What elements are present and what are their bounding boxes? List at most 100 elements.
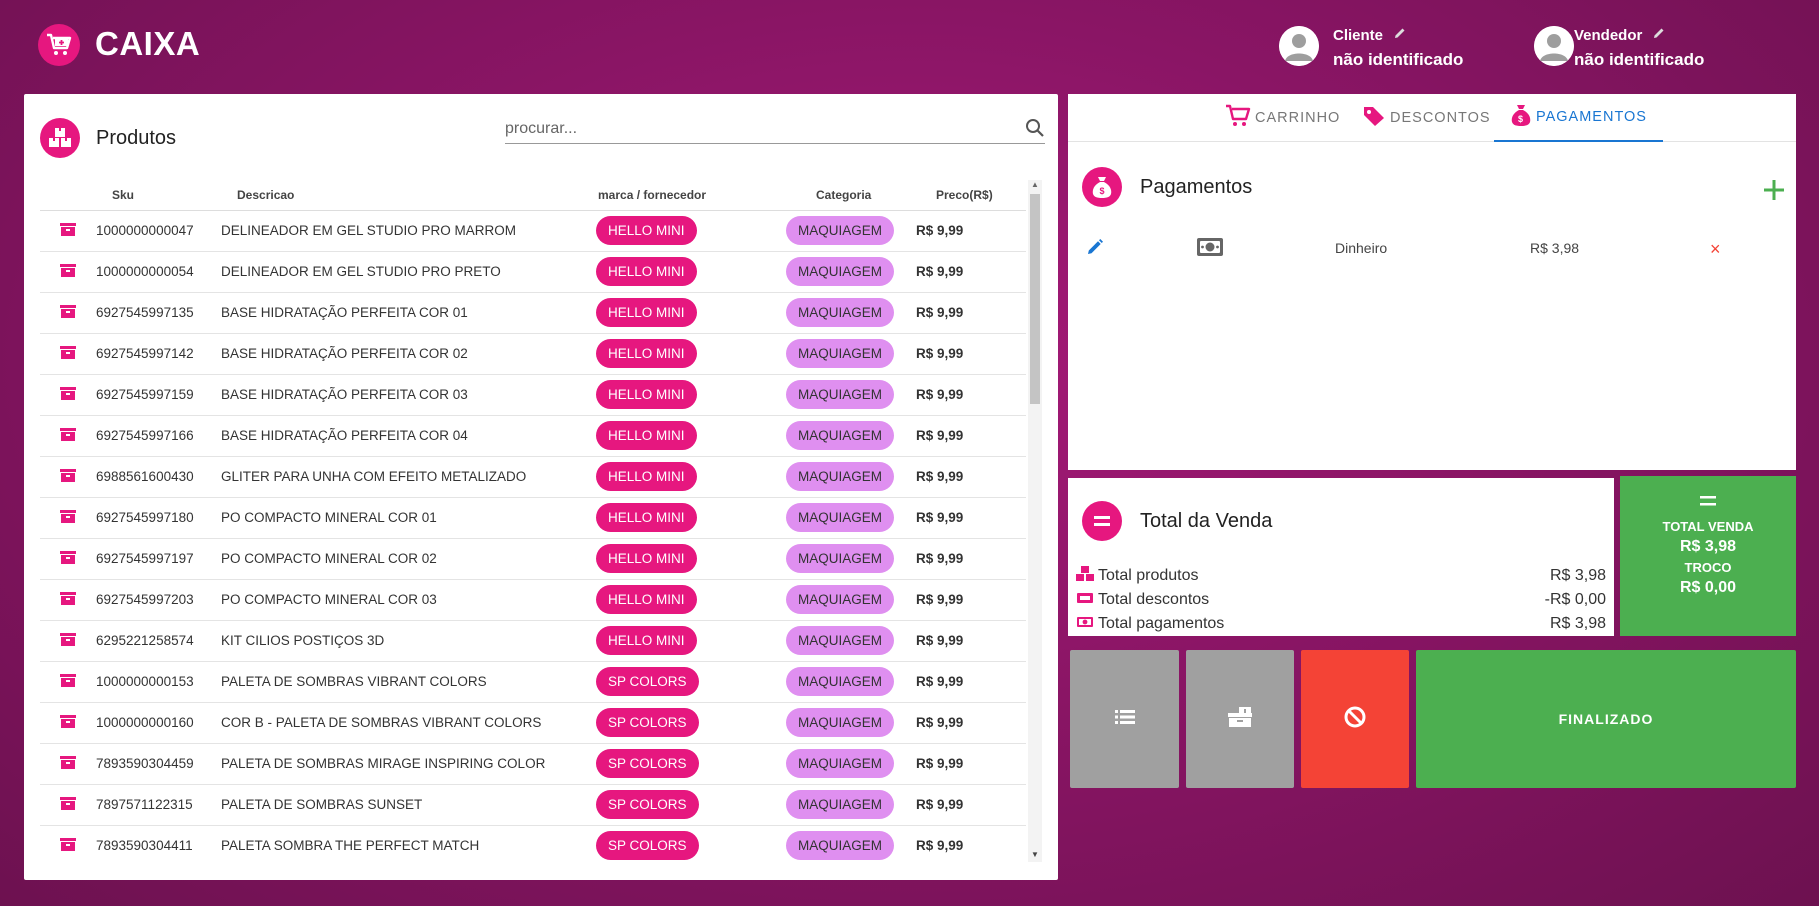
- search-icon[interactable]: [1025, 118, 1045, 143]
- brand-chip: HELLO MINI: [596, 626, 697, 655]
- table-row[interactable]: 6927545997203 PO COMPACTO MINERAL COR 03…: [40, 579, 1026, 621]
- table-row[interactable]: 1000000000153 PALETA DE SOMBRAS VIBRANT …: [40, 661, 1026, 703]
- table-row[interactable]: 1000000000054 DELINEADOR EM GEL STUDIO P…: [40, 251, 1026, 293]
- total-pagamentos-line: Total pagamentos R$ 3,98: [1076, 613, 1606, 635]
- table-row[interactable]: 7893590304459 PALETA DE SOMBRAS MIRAGE I…: [40, 743, 1026, 785]
- table-row[interactable]: 6927545997142 BASE HIDRATAÇÃO PERFEITA C…: [40, 333, 1026, 375]
- box-icon: [59, 674, 77, 691]
- category-chip: MAQUIAGEM: [786, 462, 895, 491]
- col-preco[interactable]: Preco(R$): [916, 180, 1026, 211]
- price-cell: R$ 9,99: [916, 743, 1026, 785]
- table-row[interactable]: 6927545997166 BASE HIDRATAÇÃO PERFEITA C…: [40, 415, 1026, 457]
- price-cell: R$ 9,99: [916, 251, 1026, 293]
- boxes-small-icon: [1076, 565, 1094, 587]
- box-icon: [59, 838, 77, 855]
- scroll-up-arrow[interactable]: ▲: [1028, 180, 1042, 192]
- brand-chip: HELLO MINI: [596, 585, 697, 614]
- tab-pagamentos[interactable]: $ PAGAMENTOS: [1494, 94, 1663, 142]
- finalize-button[interactable]: FINALIZADO: [1416, 650, 1796, 788]
- category-chip: MAQUIAGEM: [786, 790, 895, 819]
- box-icon: [59, 510, 77, 527]
- sku-cell: 7893590304459: [96, 743, 221, 785]
- box-icon: [59, 756, 77, 773]
- scroll-down-arrow[interactable]: ▼: [1028, 850, 1042, 862]
- table-row[interactable]: 7893590304411 PALETA SOMBRA THE PERFECT …: [40, 825, 1026, 862]
- vendedor-selector[interactable]: Vendedor não identificado: [1534, 26, 1704, 70]
- brand-chip: SP COLORS: [596, 790, 699, 819]
- cart-logo-icon: [38, 24, 80, 66]
- boxes-icon: [40, 118, 80, 158]
- app-title: CAIXA: [95, 25, 201, 62]
- edit-payment-icon[interactable]: [1086, 238, 1104, 259]
- category-chip: MAQUIAGEM: [786, 503, 895, 532]
- price-cell: R$ 9,99: [916, 825, 1026, 862]
- category-chip: MAQUIAGEM: [786, 380, 895, 409]
- sku-cell: 1000000000160: [96, 702, 221, 744]
- table-row[interactable]: 1000000000160 COR B - PALETA DE SOMBRAS …: [40, 702, 1026, 744]
- category-chip: MAQUIAGEM: [786, 257, 895, 286]
- sku-cell: 6927545997203: [96, 579, 221, 621]
- box-icon: [59, 592, 77, 609]
- price-cell: R$ 9,99: [916, 333, 1026, 375]
- tab-descontos[interactable]: DESCONTOS: [1362, 94, 1491, 142]
- table-row[interactable]: 6927545997180 PO COMPACTO MINERAL COR 01…: [40, 497, 1026, 539]
- total-panel: Total da Venda Total produtos R$ 3,98 To…: [1068, 478, 1614, 636]
- cliente-name: não identificado: [1333, 50, 1464, 69]
- scroll-thumb[interactable]: [1030, 194, 1040, 404]
- table-row[interactable]: 6988561600430 GLITER PARA UNHA COM EFEIT…: [40, 456, 1026, 498]
- add-payment-button[interactable]: [1762, 172, 1786, 208]
- total-produtos-line: Total produtos R$ 3,98: [1076, 565, 1606, 587]
- cliente-selector[interactable]: Cliente não identificado: [1279, 26, 1463, 70]
- col-marca[interactable]: marca / fornecedor: [596, 180, 786, 211]
- cliente-avatar: [1279, 26, 1319, 66]
- svg-text:$: $: [1518, 114, 1524, 124]
- tab-bar: CARRINHO DESCONTOS $ PAGAMENTOS: [1068, 94, 1796, 142]
- total-title: Total da Venda: [1140, 510, 1273, 532]
- list-button[interactable]: [1070, 650, 1179, 788]
- price-cell: R$ 9,99: [916, 374, 1026, 416]
- archive-button[interactable]: [1186, 650, 1294, 788]
- sku-cell: 6927545997135: [96, 292, 221, 334]
- tab-carrinho[interactable]: CARRINHO: [1225, 94, 1340, 142]
- table-row[interactable]: 6295221258574 KIT CILIOS POSTIÇOS 3D HEL…: [40, 620, 1026, 662]
- summary-troco-value: R$ 0,00: [1679, 579, 1737, 596]
- sku-cell: 6927545997166: [96, 415, 221, 457]
- brand-chip: SP COLORS: [596, 667, 699, 696]
- table-row[interactable]: 6927545997197 PO COMPACTO MINERAL COR 02…: [40, 538, 1026, 580]
- money-bag-icon: $: [1510, 103, 1532, 131]
- sku-cell: 1000000000054: [96, 251, 221, 293]
- products-table-wrap: Sku Descricao marca / fornecedor Categor…: [40, 180, 1042, 862]
- edit-cliente-icon[interactable]: [1393, 26, 1407, 44]
- category-chip: MAQUIAGEM: [786, 544, 895, 573]
- category-chip: MAQUIAGEM: [786, 708, 895, 737]
- col-descricao[interactable]: Descricao: [221, 180, 596, 211]
- remove-payment-icon[interactable]: ×: [1710, 239, 1721, 260]
- table-row[interactable]: 7897571122315 PALETA DE SOMBRAS SUNSET S…: [40, 784, 1026, 826]
- sku-cell: 1000000000153: [96, 661, 221, 703]
- table-row[interactable]: 6927545997159 BASE HIDRATAÇÃO PERFEITA C…: [40, 374, 1026, 416]
- cancel-sale-button[interactable]: [1301, 650, 1409, 788]
- table-row[interactable]: 6927545997135 BASE HIDRATAÇÃO PERFEITA C…: [40, 292, 1026, 334]
- category-chip: MAQUIAGEM: [786, 298, 895, 327]
- sku-cell: 6927545997142: [96, 333, 221, 375]
- scrollbar[interactable]: ▲ ▼: [1028, 180, 1042, 862]
- total-pagamentos-value: R$ 3,98: [1549, 615, 1606, 632]
- edit-vendedor-icon[interactable]: [1652, 26, 1666, 44]
- brand-chip: HELLO MINI: [596, 462, 697, 491]
- svg-text:$: $: [1099, 186, 1104, 196]
- brand-chip: SP COLORS: [596, 831, 699, 860]
- table-row[interactable]: 1000000000047 DELINEADOR EM GEL STUDIO P…: [40, 210, 1026, 252]
- search-input[interactable]: [505, 116, 1005, 142]
- tab-carrinho-label: CARRINHO: [1255, 110, 1341, 126]
- summary-troco-label: TROCO: [1684, 560, 1732, 575]
- description-cell: BASE HIDRATAÇÃO PERFEITA COR 04: [221, 415, 596, 457]
- price-cell: R$ 9,99: [916, 497, 1026, 539]
- cash-icon: [1196, 236, 1224, 261]
- payments-title: Pagamentos: [1140, 176, 1253, 198]
- cliente-label: Cliente: [1333, 26, 1384, 44]
- box-icon: [59, 551, 77, 568]
- description-cell: PALETA DE SOMBRAS SUNSET: [221, 784, 596, 826]
- box-icon: [59, 387, 77, 404]
- col-categoria[interactable]: Categoria: [786, 180, 916, 211]
- col-sku[interactable]: Sku: [96, 180, 221, 211]
